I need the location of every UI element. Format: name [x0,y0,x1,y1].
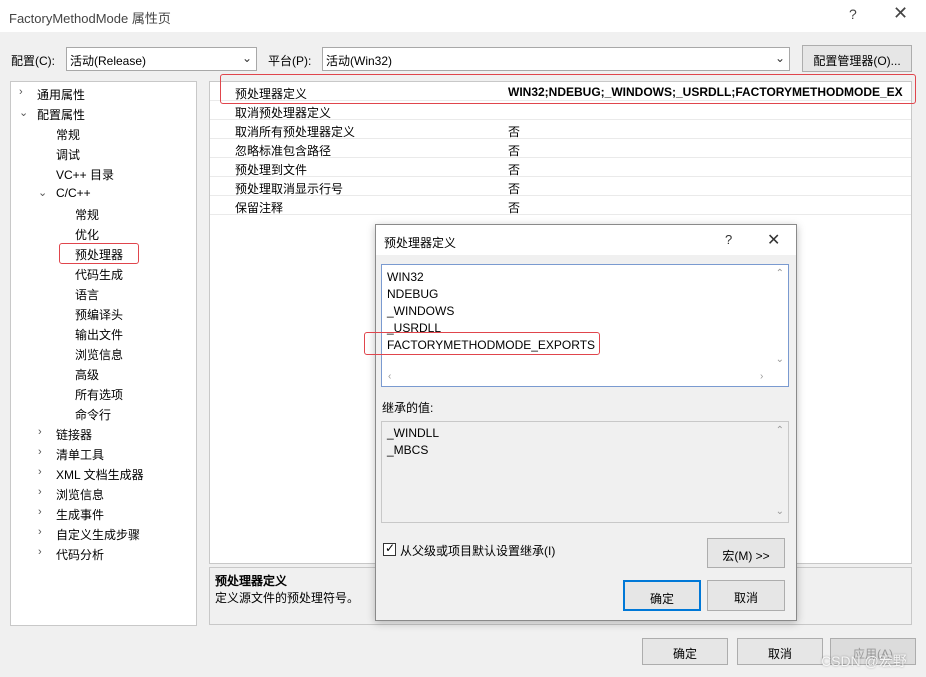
scroll-down-icon[interactable]: ⌄ [776,506,784,517]
inherit-checkbox-label: 从父级或项目默认设置继承(I) [400,544,556,558]
property-tree: › 通用属性 ⌄ 配置属性 常规 调试 VC++ 目录 ⌄ C/C++ 常规 优化 预处理器 代码生成语… [10,81,197,626]
collapse-arrow-icon[interactable]: ⌄ [38,186,47,199]
platform-value: 活动(Win32) [326,54,393,68]
grid-value: 否 [508,163,521,177]
highlight-box [220,74,916,104]
tree-item[interactable]: 配置属性 [37,106,85,123]
tree-item[interactable]: 自定义生成步骤 [56,526,140,543]
grid-row[interactable]: 预处理到文件 否 [210,158,911,177]
tree-item[interactable]: 链接器 [56,426,92,443]
grid-row[interactable]: 保留注释 否 [210,196,911,215]
grid-value: 否 [508,125,521,139]
config-value: 活动(Release) [70,54,147,68]
scroll-up-icon[interactable]: ⌃ [776,268,784,279]
tree-item[interactable]: 命令行 [75,406,111,423]
tree-item[interactable]: 浏览信息 [56,486,104,503]
title-bar: FactoryMethodMode 属性页 ? ✕ [0,0,926,32]
inherit-checkbox[interactable] [383,541,396,556]
grid-key: 忽略标准包含路径 [235,144,332,158]
tree-item[interactable]: 常规 [56,126,80,143]
expand-arrow-icon[interactable]: › [38,526,42,538]
dialog-cancel-button[interactable]: 取消 [707,580,785,611]
config-manager-button[interactable]: 配置管理器(O)... [802,45,912,72]
dialog-ok-button[interactable]: 确定 [623,580,701,611]
grid-value: 否 [508,182,521,196]
tree-item[interactable]: 语言 [75,286,99,303]
highlight-box [364,332,600,355]
help-icon[interactable]: ? [725,232,732,247]
chevron-down-icon: ⌄ [241,51,252,65]
platform-label: 平台(P): [268,54,312,68]
tree-item[interactable]: 常规 [75,206,99,223]
config-select[interactable]: 活动(Release) ⌄ [66,47,257,71]
grid-row[interactable]: 忽略标准包含路径 否 [210,139,911,158]
inherited-textarea: _WINDLL _MBCS ⌃ ⌄ [381,421,789,523]
close-icon[interactable]: ✕ [893,3,908,24]
inherited-line: _WINDLL [387,426,440,440]
tree-item[interactable]: XML 文档生成器 [56,466,144,483]
grid-key: 保留注释 [235,201,284,215]
scroll-up-icon[interactable]: ⌃ [776,425,784,436]
scroll-left-icon[interactable]: ‹ [388,371,391,382]
tree-item[interactable]: 清单工具 [56,446,104,463]
tree-item[interactable]: 代码生成 [75,266,123,283]
ok-button[interactable]: 确定 [642,638,728,665]
dialog-title-bar: 预处理器定义 ? ✕ [376,225,796,255]
definition-line: WIN32 [387,270,424,284]
grid-value: 否 [508,201,521,215]
tree-item[interactable]: 浏览信息 [75,346,123,363]
inherited-label: 继承的值: [382,401,434,415]
scroll-down-icon[interactable]: ⌄ [776,354,784,365]
highlight-box [59,243,139,264]
tree-item[interactable]: 调试 [56,146,80,163]
definition-line: _WINDOWS [387,304,455,318]
description-title: 预处理器定义 [215,574,288,588]
help-icon[interactable]: ? [849,6,857,22]
expand-arrow-icon[interactable]: › [38,426,42,438]
tree-item[interactable]: 预编译头 [75,306,123,323]
expand-arrow-icon[interactable]: › [38,546,42,558]
grid-key: 预处理到文件 [235,163,308,177]
expand-arrow-icon[interactable]: › [38,446,42,458]
tree-item[interactable]: 生成事件 [56,506,104,523]
config-label: 配置(C): [11,54,55,68]
tree-item[interactable]: C/C++ [56,186,91,200]
tree-item[interactable]: 通用属性 [37,86,85,103]
tree-item[interactable]: 高级 [75,366,99,383]
preprocessor-dialog: 预处理器定义 ? ✕ WIN32 NDEBUG _WINDOWS _USRDLL… [364,224,797,621]
expand-arrow-icon[interactable]: › [38,486,42,498]
tree-item[interactable]: 所有选项 [75,386,123,403]
scroll-right-icon[interactable]: › [760,371,763,382]
close-icon[interactable]: ✕ [767,230,780,250]
grid-key: 预处理取消显示行号 [235,182,344,196]
chevron-down-icon: ⌄ [774,51,785,65]
tree-item[interactable]: 优化 [75,226,99,243]
platform-select[interactable]: 活动(Win32) ⌄ [322,47,790,71]
expand-arrow-icon[interactable]: › [19,86,23,98]
definitions-textarea[interactable]: WIN32 NDEBUG _WINDOWS _USRDLL FACTORYMET… [381,264,789,387]
grid-key: 取消预处理器定义 [235,106,332,120]
definition-line: NDEBUG [387,287,439,301]
tree-item[interactable]: 代码分析 [56,546,104,563]
expand-arrow-icon[interactable]: › [38,466,42,478]
dialog-title: 预处理器定义 [384,236,457,250]
grid-value: 否 [508,144,521,158]
collapse-arrow-icon[interactable]: ⌄ [19,106,28,119]
expand-arrow-icon[interactable]: › [38,506,42,518]
inherited-line: _MBCS [387,443,429,457]
macro-button[interactable]: 宏(M) >> [707,538,785,568]
window-title: FactoryMethodMode 属性页 [9,11,171,26]
cancel-button[interactable]: 取消 [737,638,823,665]
tree-item[interactable]: VC++ 目录 [56,166,114,183]
description-text: 定义源文件的预处理符号。 [215,591,360,605]
grid-row[interactable]: 取消所有预处理器定义 否 [210,120,911,139]
tree-item[interactable]: 输出文件 [75,326,123,343]
grid-row[interactable]: 预处理取消显示行号 否 [210,177,911,196]
grid-key: 取消所有预处理器定义 [235,125,356,139]
watermark: CSDN @宏野 [821,653,907,669]
